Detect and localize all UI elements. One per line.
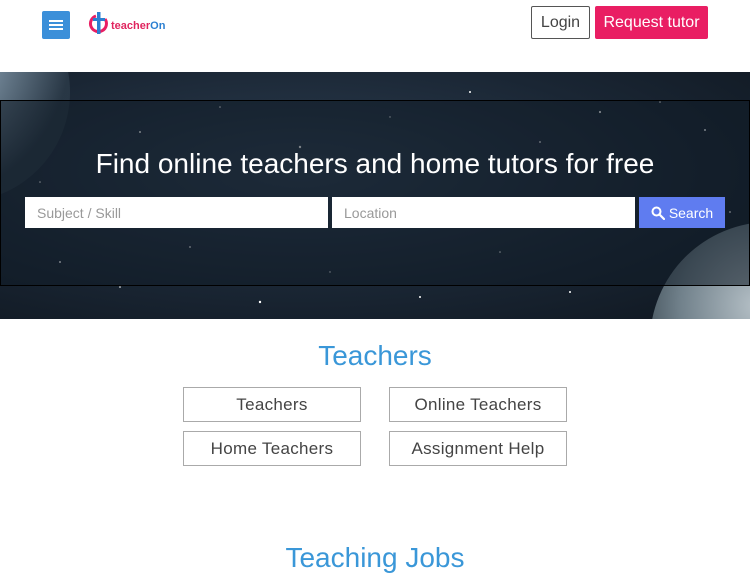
online-teachers-link[interactable]: Online Teachers — [389, 387, 567, 422]
subject-skill-input[interactable] — [25, 197, 328, 228]
login-button[interactable]: Login — [531, 6, 590, 39]
teaching-jobs-section-title: Teaching Jobs — [285, 542, 465, 573]
teachers-section-title: Teachers — [318, 340, 432, 371]
hero-title: Find online teachers and home tutors for… — [95, 148, 655, 179]
site-logo[interactable]: teacherOn — [88, 9, 165, 41]
home-teachers-link[interactable]: Home Teachers — [183, 431, 361, 466]
location-input[interactable] — [332, 197, 635, 228]
assignment-help-link[interactable]: Assignment Help — [389, 431, 567, 466]
search-button[interactable]: Search — [639, 197, 725, 228]
logo-text: teacherOn — [111, 20, 165, 32]
search-icon — [651, 206, 665, 220]
teacheron-logo-icon — [89, 12, 108, 34]
hero-banner — [0, 72, 750, 319]
logo-text-accent: On — [150, 20, 166, 32]
teachers-link[interactable]: Teachers — [183, 387, 361, 422]
hamburger-menu-icon — [49, 20, 63, 30]
top-navbar: teacherOn Login Request tutor — [0, 0, 750, 72]
menu-button[interactable] — [42, 11, 70, 39]
search-button-label: Search — [668, 204, 714, 221]
request-tutor-button[interactable]: Request tutor — [595, 6, 708, 39]
logo-text-main: teacher — [111, 20, 151, 32]
hero-overlay — [0, 100, 750, 286]
